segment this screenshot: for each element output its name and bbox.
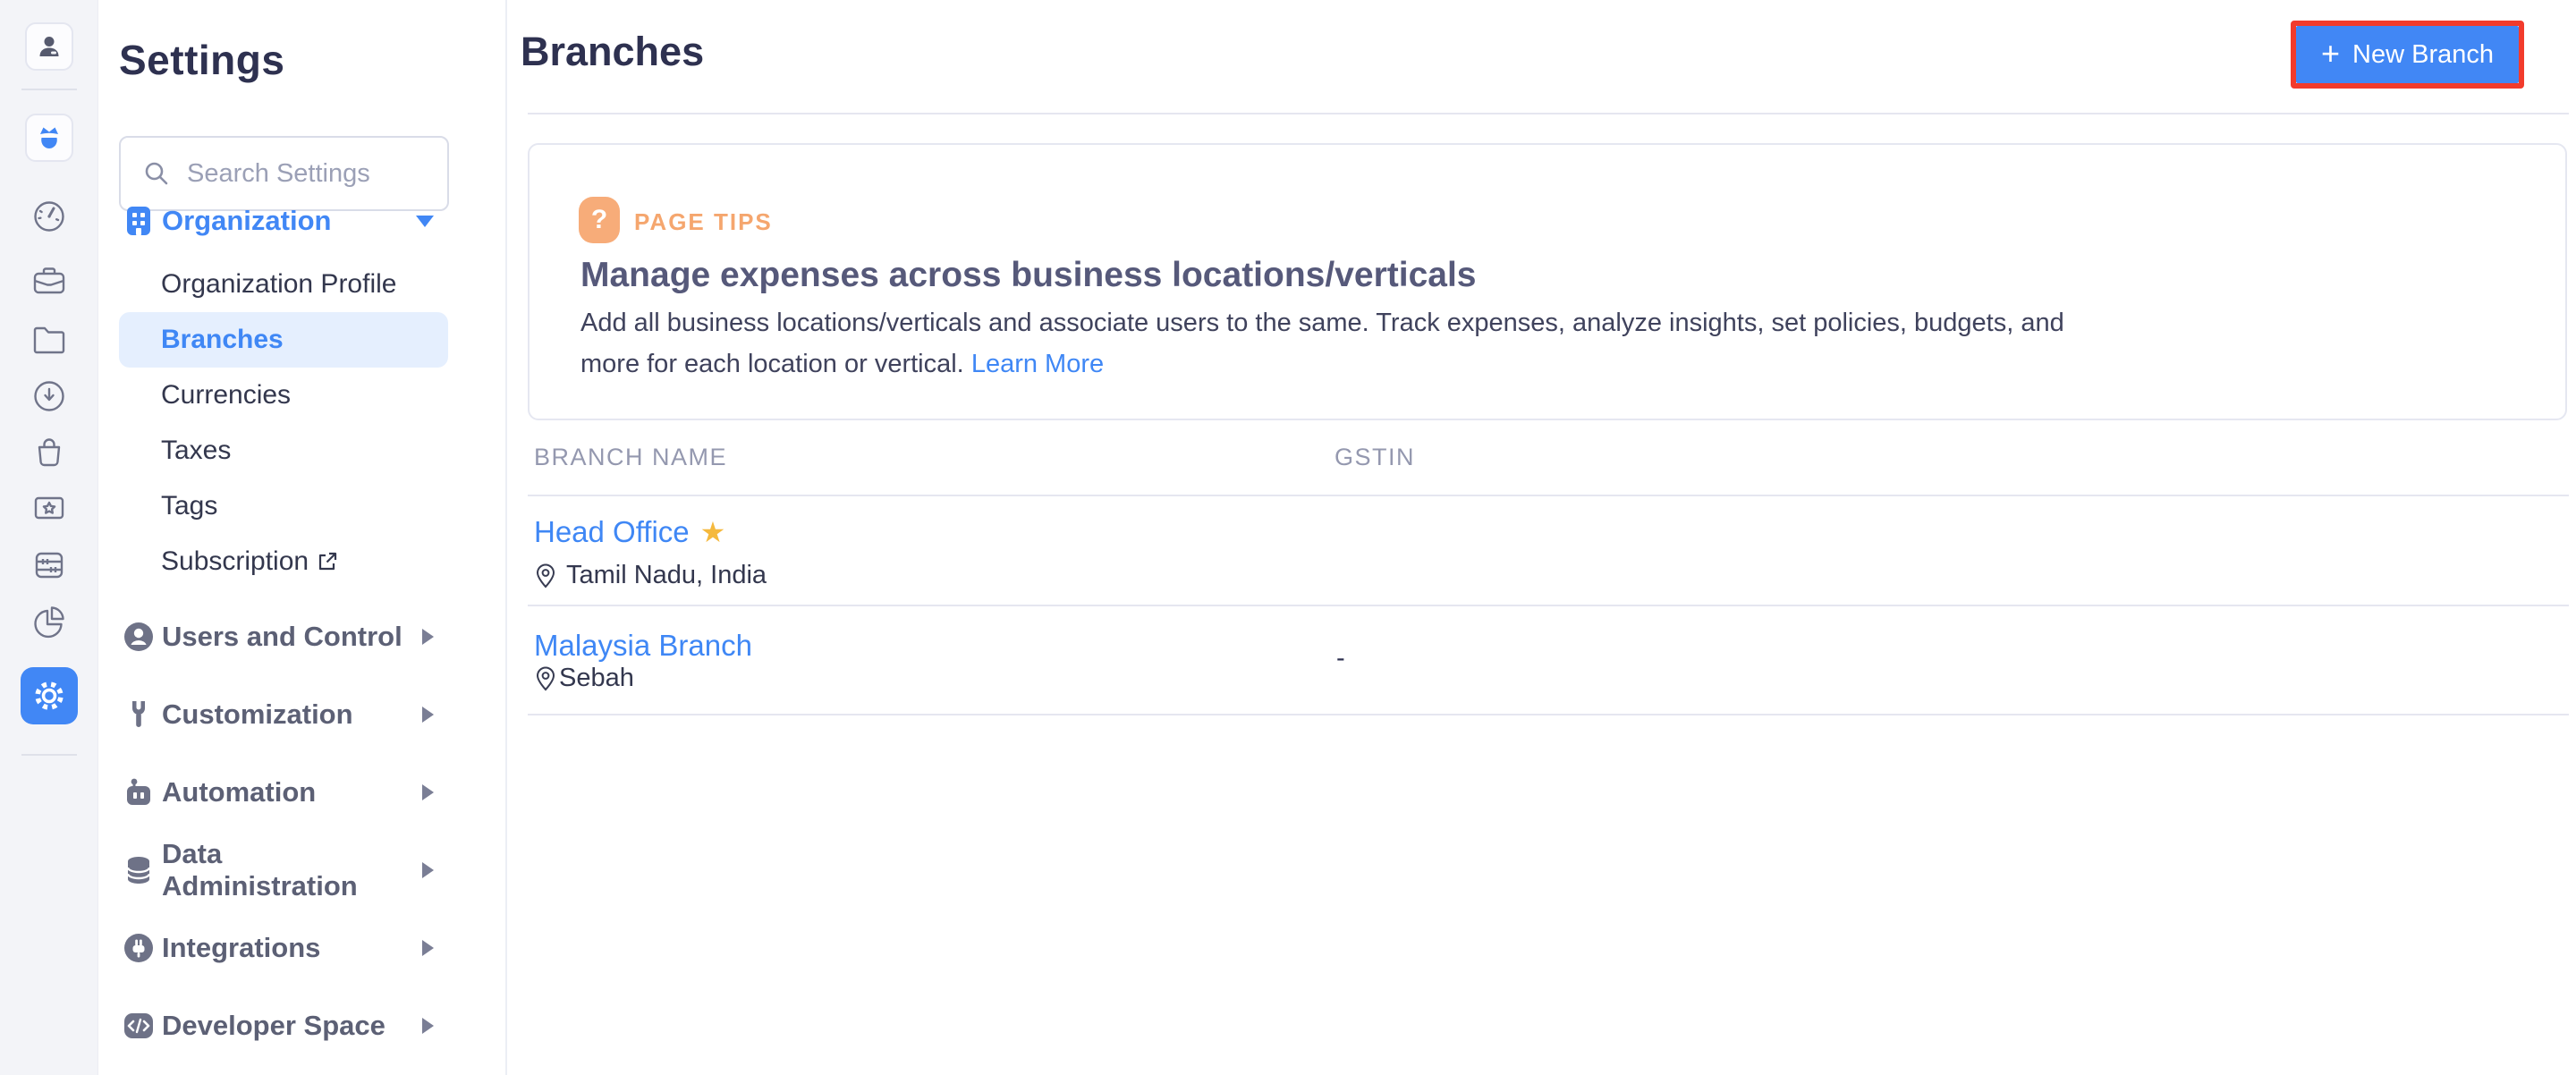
sidebar-item-subscription[interactable]: Subscription xyxy=(119,534,448,589)
table-row-head-office: Head Office ★ Tamil Nadu, India xyxy=(507,495,2576,605)
sidebar-item-label: Currencies xyxy=(161,380,291,411)
database-icon xyxy=(121,852,157,888)
primary-branch-star-icon: ★ xyxy=(700,518,726,546)
rail-analytics-button[interactable] xyxy=(30,603,68,640)
plug-icon xyxy=(121,930,157,966)
branch-location: Tamil Nadu, India xyxy=(566,561,767,590)
wrench-icon xyxy=(121,697,157,732)
rail-trips-button[interactable] xyxy=(30,263,68,300)
rail-folder-button[interactable] xyxy=(30,321,68,359)
sidebar-section-integrations[interactable]: Integrations xyxy=(119,920,448,976)
branch-link[interactable]: Head Office xyxy=(534,515,690,549)
chevron-right-icon xyxy=(422,629,434,645)
sidebar-item-label: Tags xyxy=(161,491,217,521)
page-tips-heading: Manage expenses across business location… xyxy=(580,256,1476,295)
sidebar-item-label: Branches xyxy=(161,325,284,355)
sidebar-section-label: Automation xyxy=(162,776,316,808)
sidebar-section-label: Organization xyxy=(162,205,331,237)
sidebar-item-branches[interactable]: Branches xyxy=(119,312,448,368)
question-mark-icon: ? xyxy=(579,197,620,243)
chevron-right-icon xyxy=(422,707,434,723)
annotation-highlight: + New Branch xyxy=(2291,21,2524,89)
column-header-branch-name: BRANCH NAME xyxy=(534,444,727,471)
chevron-right-icon xyxy=(422,940,434,956)
calculator-icon xyxy=(30,546,68,584)
pie-chart-icon xyxy=(30,603,68,640)
user-icon xyxy=(25,22,73,71)
sidebar-item-tags[interactable]: Tags xyxy=(119,478,448,534)
sidebar-section-label: Customization xyxy=(162,698,353,731)
branch-location: Sebah xyxy=(559,664,634,693)
page-title: Branches xyxy=(521,29,704,75)
app-rail xyxy=(0,0,98,1075)
code-icon xyxy=(121,1008,157,1044)
table-divider xyxy=(528,714,2569,715)
new-branch-button[interactable]: + New Branch xyxy=(2296,26,2519,83)
plus-icon: + xyxy=(2321,38,2340,70)
shopping-bag-icon xyxy=(30,434,68,471)
table-row-malaysia-branch: Malaysia Branch Sebah - xyxy=(507,605,2576,714)
rail-purchases-button[interactable] xyxy=(30,434,68,471)
rail-cards-button[interactable] xyxy=(30,489,68,527)
page-tips-body-text: more for each location or vertical. xyxy=(580,350,964,378)
branch-link[interactable]: Malaysia Branch xyxy=(534,629,752,663)
branches-page: Branches + New Branch ? PAGE TIPS Manage… xyxy=(507,0,2576,1075)
location-pin-icon xyxy=(534,563,557,589)
new-branch-label: New Branch xyxy=(2352,40,2494,70)
sidebar-item-label: Taxes xyxy=(161,436,231,466)
sidebar-section-developer-space[interactable]: Developer Space xyxy=(119,998,448,1054)
rail-divider xyxy=(21,89,77,90)
history-clock-icon xyxy=(30,377,68,415)
sidebar-item-taxes[interactable]: Taxes xyxy=(119,423,448,478)
sidebar-section-label: Users and Control xyxy=(162,621,402,653)
sidebar-item-organization-profile[interactable]: Organization Profile xyxy=(119,257,448,312)
sidebar-title: Settings xyxy=(119,36,284,84)
crown-icon xyxy=(25,114,73,162)
sidebar-section-label: Developer Space xyxy=(162,1010,386,1042)
card-star-icon xyxy=(30,489,68,527)
sidebar-section-customization[interactable]: Customization xyxy=(119,687,448,742)
sidebar-item-label: Organization Profile xyxy=(161,269,396,300)
learn-more-link[interactable]: Learn More xyxy=(971,350,1104,378)
chevron-down-icon xyxy=(416,216,434,227)
sidebar-section-automation[interactable]: Automation xyxy=(119,765,448,820)
users-icon xyxy=(121,619,157,655)
folder-icon xyxy=(30,321,68,359)
column-header-gstin: GSTIN xyxy=(1335,444,1415,471)
page-tips-label: PAGE TIPS xyxy=(634,208,773,236)
page-tips-body-line1: Add all business locations/verticals and… xyxy=(580,302,2064,343)
sidebar-item-label: Subscription xyxy=(161,546,309,577)
organization-building-icon xyxy=(121,203,157,239)
sidebar-section-label: Integrations xyxy=(162,932,320,964)
location-pin-icon xyxy=(534,665,557,692)
sidebar-section-label: Data Administration xyxy=(162,838,422,902)
sidebar-section-organization[interactable]: Organization xyxy=(119,193,448,249)
chevron-right-icon xyxy=(422,1018,434,1034)
page-tips-body: Add all business locations/verticals and… xyxy=(580,302,2064,385)
rail-budgets-button[interactable] xyxy=(30,546,68,584)
rail-divider xyxy=(21,754,77,756)
header-divider xyxy=(528,113,2569,114)
rail-dashboard-button[interactable] xyxy=(30,198,68,235)
robot-icon xyxy=(121,775,157,810)
chevron-right-icon xyxy=(422,862,434,878)
settings-sidebar: Settings Organization Organization Profi… xyxy=(98,0,507,1075)
sidebar-section-data-administration[interactable]: Data Administration xyxy=(119,842,448,898)
search-input[interactable] xyxy=(187,159,429,189)
search-icon xyxy=(142,159,171,188)
external-link-icon xyxy=(316,550,339,573)
org-avatar-button[interactable] xyxy=(25,114,73,162)
sidebar-item-currencies[interactable]: Currencies xyxy=(119,368,448,423)
user-account-button[interactable] xyxy=(25,22,73,71)
sidebar-section-users-and-control[interactable]: Users and Control xyxy=(119,609,448,664)
chevron-right-icon xyxy=(422,784,434,800)
rail-history-button[interactable] xyxy=(30,377,68,415)
gstin-value: - xyxy=(1336,644,1345,673)
page-tips-body-line2: more for each location or vertical. Lear… xyxy=(580,343,2064,385)
dashboard-icon xyxy=(30,198,68,235)
settings-gear-icon xyxy=(21,667,78,724)
rail-settings-button[interactable] xyxy=(21,667,78,724)
page-tips-panel: ? PAGE TIPS Manage expenses across busin… xyxy=(528,143,2567,420)
briefcase-icon xyxy=(30,263,68,300)
